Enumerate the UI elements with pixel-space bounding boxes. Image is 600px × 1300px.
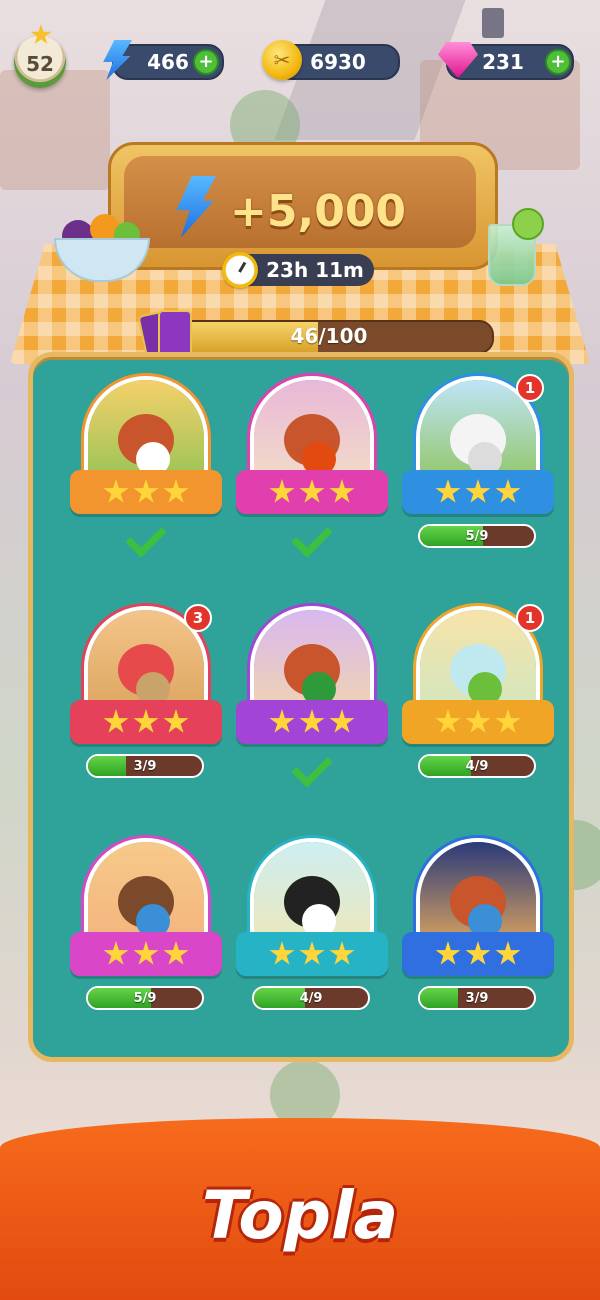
card-progress-text: 4/9 [465,758,489,774]
new-count-badge: 1 [516,374,544,402]
star-icon [495,709,521,733]
event-progress-text: 46/100 [290,324,368,348]
star-icon [465,479,491,503]
reward-amount: +5,000 [230,186,407,237]
star-icon [299,709,325,733]
star-icon [495,941,521,965]
star-icon [299,941,325,965]
coin-icon: ✂ [262,40,302,80]
collection-card[interactable]: 1 5/9 [398,374,558,576]
level-number: 52 [26,52,54,76]
star-icon [103,941,129,965]
star-icon [435,709,461,733]
collection-card[interactable]: 3 3/9 [66,604,226,806]
level-badge[interactable]: 52 [14,36,66,88]
collection-card[interactable] [232,606,392,806]
card-progress-text: 4/9 [299,990,323,1006]
gem-plus-button[interactable]: + [545,49,571,75]
star-icon [435,479,461,503]
checkmark-icon [291,516,333,558]
star-icon [133,941,159,965]
collection-card[interactable] [66,376,226,576]
collection-card[interactable]: 3/9 [398,838,558,1038]
energy-value: 466 [147,50,189,74]
card-star-ribbon [70,470,222,514]
gem-value: 231 [482,50,524,74]
star-icon [299,479,325,503]
coin-value: 6930 [310,50,366,74]
checkmark-icon [125,516,167,558]
star-icon [163,941,189,965]
collection-card[interactable]: 1 4/9 [398,604,558,806]
card-progress-text: 5/9 [465,528,489,544]
star-icon [269,941,295,965]
collect-button-label[interactable]: Topla [0,1170,600,1260]
star-icon [269,479,295,503]
fruit-bowl-icon [54,212,150,282]
card-star-ribbon [236,932,388,976]
card-star-ribbon [402,700,554,744]
star-icon [329,941,355,965]
collection-card[interactable]: 5/9 [66,838,226,1038]
background-house [0,70,110,190]
card-progress-text: 5/9 [133,990,157,1006]
star-icon [133,479,159,503]
card-star-ribbon [402,932,554,976]
new-count-badge: 3 [184,604,212,632]
star-icon [329,709,355,733]
star-icon [465,941,491,965]
star-icon [163,479,189,503]
card-star-ribbon [402,470,554,514]
card-progress-text: 3/9 [465,990,489,1006]
star-icon [465,709,491,733]
drink-glass-icon [480,208,544,286]
card-star-ribbon [236,470,388,514]
energy-plus-button[interactable]: + [193,49,219,75]
star-icon [103,479,129,503]
card-star-ribbon [70,932,222,976]
dice-icon[interactable] [482,8,504,38]
star-icon [269,709,295,733]
star-icon [163,709,189,733]
star-icon [329,479,355,503]
star-icon [435,941,461,965]
star-icon [103,709,129,733]
star-icon [495,479,521,503]
collection-card[interactable] [232,376,392,576]
star-icon [133,709,159,733]
clock-icon [222,252,258,288]
new-count-badge: 1 [516,604,544,632]
card-star-ribbon [70,700,222,744]
card-progress-text: 3/9 [133,758,157,774]
collection-card[interactable]: 4/9 [232,838,392,1038]
card-star-ribbon [236,700,388,744]
checkmark-icon [291,746,333,788]
